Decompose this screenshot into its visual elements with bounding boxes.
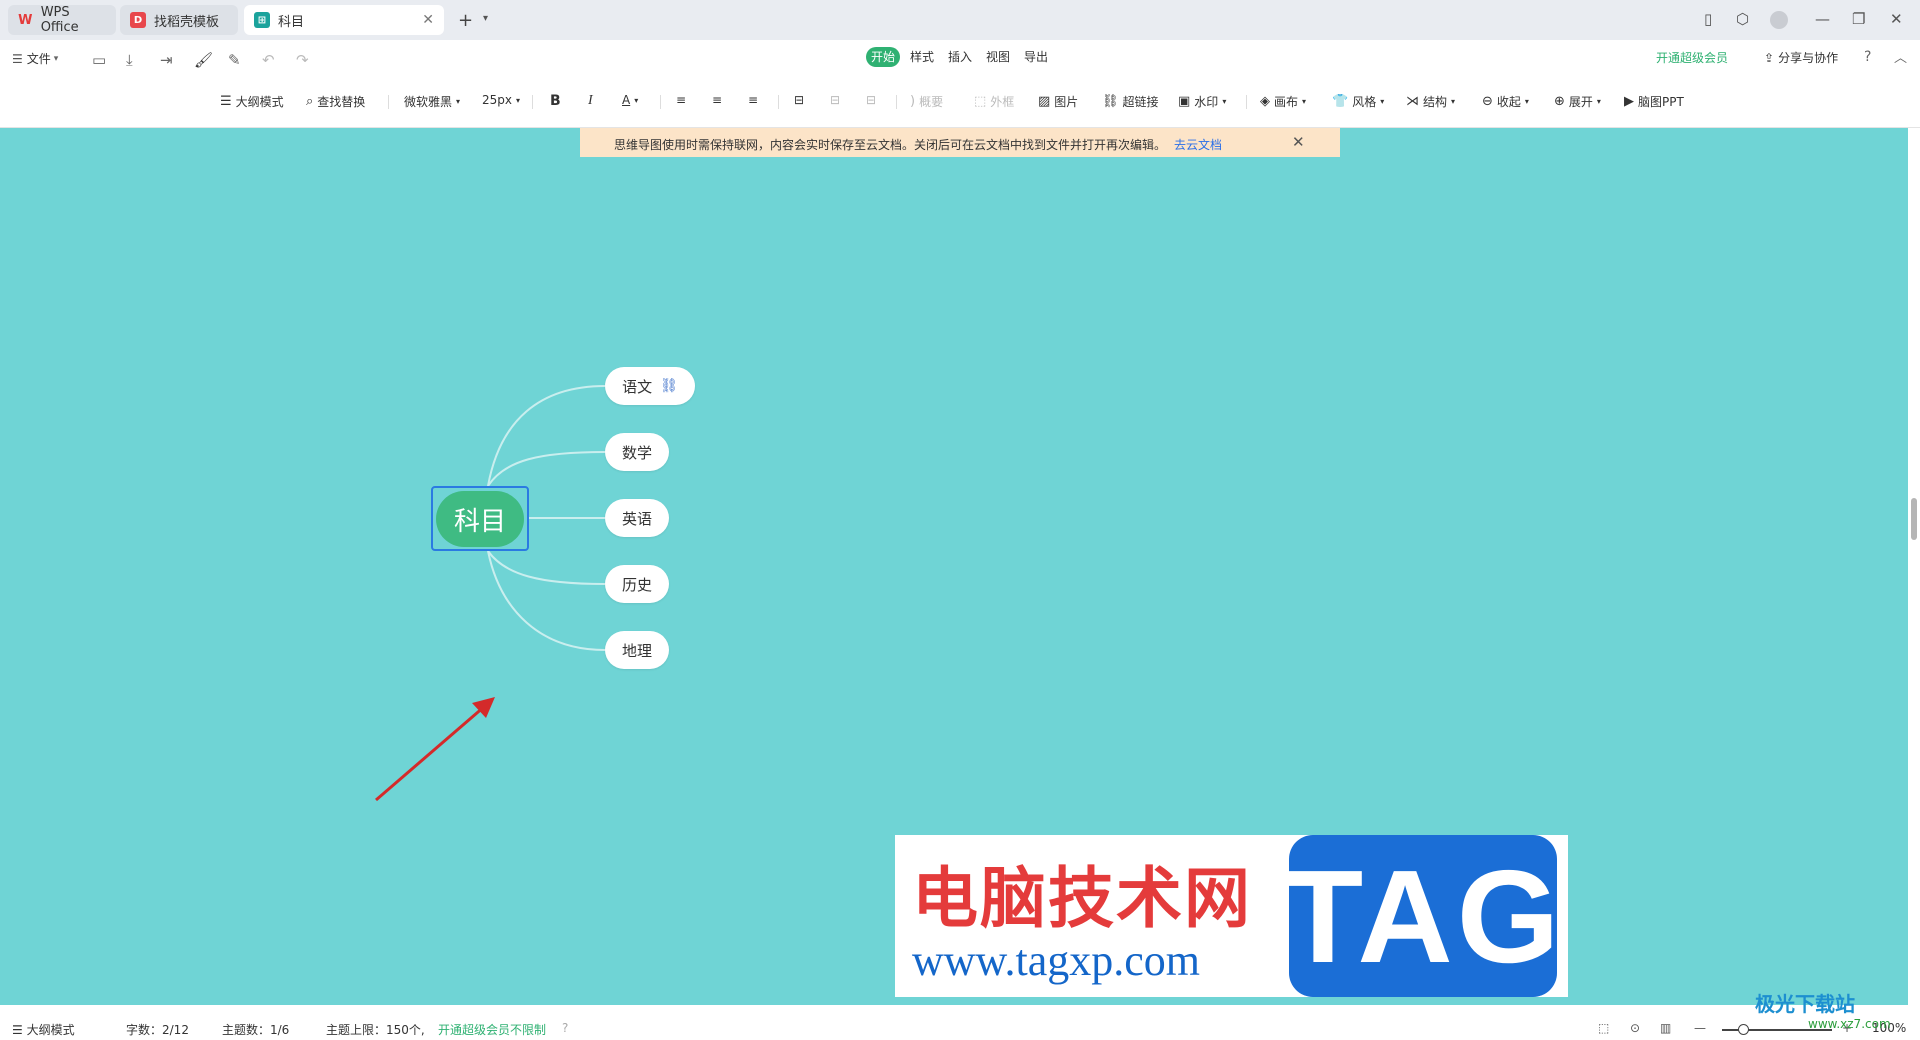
topic-node[interactable]: 历史 (605, 565, 669, 603)
status-outline-mode[interactable]: ☰ 大纲模式 (12, 1021, 75, 1038)
topic-node[interactable]: 数学 (605, 433, 669, 471)
corner-site-logo: 极光下载站 (1755, 992, 1855, 1016)
root-topic-node[interactable]: 科目 (436, 491, 524, 547)
connector-line (487, 385, 606, 487)
topic-node[interactable]: 语文 ⛓ (605, 367, 695, 405)
topic-count: 主题数：1/6 (222, 1023, 290, 1037)
word-count: 字数：2/12 (126, 1023, 189, 1037)
status-outline-label: 大纲模式 (26, 1023, 75, 1037)
connector-line (487, 550, 606, 585)
topic-label: 语文 (622, 377, 653, 396)
link-icon[interactable]: ⛓ (660, 378, 678, 394)
map-icon[interactable]: ▥ (1660, 1021, 1671, 1035)
select-icon[interactable]: ⬚ (1598, 1021, 1609, 1035)
corner-site-url: www.xz7.com (1808, 1017, 1891, 1031)
vip-unlimited-link[interactable]: 开通超级会员不限制 (438, 1021, 546, 1038)
zoom-out-icon[interactable]: — (1694, 1021, 1706, 1035)
help-icon[interactable]: ? (562, 1021, 568, 1035)
watermark-tag-logo: TAG (1283, 835, 1559, 997)
topic-limit: 主题上限：150个, (326, 1023, 425, 1037)
annotation-arrow (375, 704, 486, 802)
topic-node[interactable]: 英语 (605, 499, 669, 537)
watermark-url: www.tagxp.com (912, 936, 1200, 985)
connector-line (487, 451, 606, 487)
watermark-title: 电脑技术网 (912, 859, 1252, 937)
topic-node[interactable]: 地理 (605, 631, 669, 669)
zoom-slider-handle[interactable] (1738, 1024, 1749, 1035)
locate-icon[interactable]: ⊙ (1630, 1021, 1640, 1035)
list-icon: ☰ (12, 1023, 27, 1037)
